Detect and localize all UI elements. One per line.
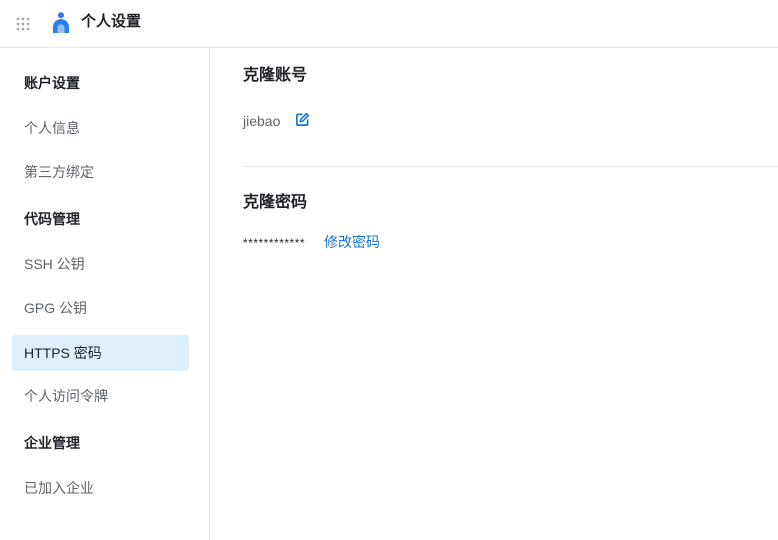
sidebar-item-ssh-keys[interactable]: SSH 公钥 xyxy=(12,246,189,282)
sidebar-section-account: 账户设置 xyxy=(24,75,80,91)
sidebar-item-joined-enterprises[interactable]: 已加入企业 xyxy=(12,470,189,506)
settings-sidebar: 账户设置 个人信息 第三方绑定 代码管理 SSH 公钥 GPG 公钥 HTTPS… xyxy=(0,48,210,540)
top-bar: 个人设置 xyxy=(0,0,778,48)
sidebar-item-third-party-binding[interactable]: 第三方绑定 xyxy=(12,154,189,190)
clone-password-title: 克隆密码 xyxy=(243,194,308,211)
sidebar-item-profile[interactable]: 个人信息 xyxy=(12,110,189,146)
person-logo-icon xyxy=(53,12,69,33)
page-title: 个人设置 xyxy=(81,13,142,30)
sidebar-section-enterprise: 企业管理 xyxy=(24,435,80,451)
sidebar-item-access-tokens[interactable]: 个人访问令牌 xyxy=(12,378,189,414)
apps-grid-icon[interactable] xyxy=(16,17,30,31)
sidebar-item-gpg-keys[interactable]: GPG 公钥 xyxy=(12,290,189,326)
sidebar-section-code: 代码管理 xyxy=(24,211,80,227)
change-password-link[interactable]: 修改密码 xyxy=(324,233,380,251)
section-divider xyxy=(243,166,778,167)
sidebar-item-https-password[interactable]: HTTPS 密码 xyxy=(12,335,189,371)
clone-username: jiebao xyxy=(243,113,281,129)
masked-password: ************ xyxy=(243,236,306,250)
edit-icon[interactable] xyxy=(295,112,310,127)
clone-account-title: 克隆账号 xyxy=(243,67,308,84)
